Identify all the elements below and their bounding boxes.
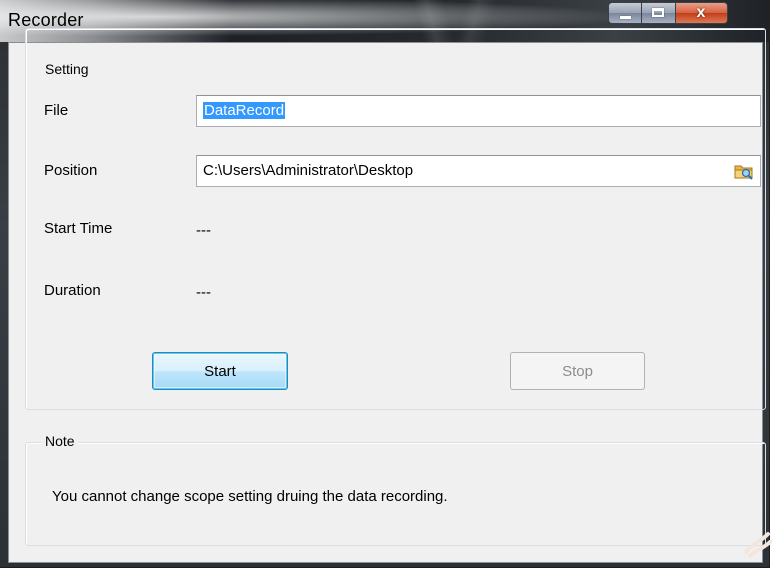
close-icon: x xyxy=(696,4,706,21)
duration-label: Duration xyxy=(44,282,101,299)
position-label: Position xyxy=(44,162,98,179)
minimize-button[interactable] xyxy=(608,2,642,24)
setting-group-title: Setting xyxy=(42,61,92,77)
maximize-icon xyxy=(652,8,664,17)
start-time-label: Start Time xyxy=(44,220,113,237)
folder-browse-icon[interactable] xyxy=(734,161,754,181)
start-button[interactable]: Start xyxy=(152,352,288,390)
maximize-button[interactable] xyxy=(642,2,676,24)
setting-group xyxy=(25,28,766,410)
stop-button[interactable]: Stop xyxy=(510,352,645,390)
caption-buttons: x xyxy=(608,2,728,24)
file-name-selected-text: DataRecord xyxy=(203,102,286,119)
note-message: You cannot change scope setting druing t… xyxy=(52,488,448,505)
watermark-icon xyxy=(744,532,772,558)
note-group-title: Note xyxy=(42,433,78,449)
position-input[interactable]: C:\Users\Administrator\Desktop xyxy=(196,155,761,187)
start-time-value: --- xyxy=(196,222,211,239)
file-label: File xyxy=(44,102,69,119)
close-button[interactable]: x xyxy=(676,2,728,24)
position-path-text: C:\Users\Administrator\Desktop xyxy=(203,162,414,179)
duration-value: --- xyxy=(196,284,211,301)
file-name-input[interactable]: DataRecord xyxy=(196,95,761,127)
minimize-icon xyxy=(620,16,631,19)
